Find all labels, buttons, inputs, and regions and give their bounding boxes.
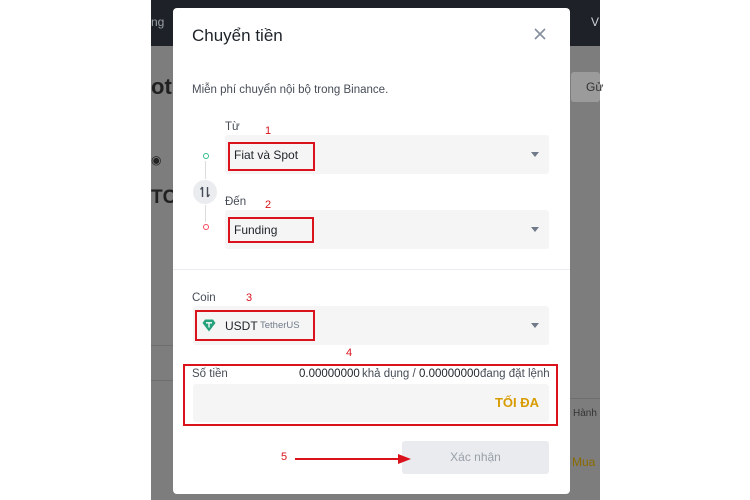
swap-arrows-icon [199,186,211,198]
annotation-box-amount [183,364,558,426]
annotation-box-coin [195,310,315,341]
annotation-box-to [228,217,314,243]
swap-direction-button[interactable] [193,180,217,204]
divider [151,345,173,346]
annotation-box-from [228,142,315,171]
annotation-number: 3 [246,292,253,304]
table-column-header-fragment: Hành [573,408,597,419]
annotation-number: 2 [265,199,272,211]
close-icon[interactable] [532,26,548,42]
confirm-button[interactable]: Xác nhận [402,441,549,474]
divider [151,380,173,381]
modal-subtitle: Miễn phí chuyển nội bộ trong Binance. [192,84,389,96]
annotation-number: 4 [346,347,353,359]
annotation-arrow-icon [295,452,415,471]
chevron-down-icon [531,227,539,232]
to-label: Đến [225,196,247,208]
page-heading-fragment: ot [151,74,172,99]
annotation-number: 1 [265,125,272,137]
divider [570,398,600,399]
annotation-number: 5 [281,451,288,463]
send-button-fragment[interactable]: Gử [571,72,603,102]
connector-line [205,161,206,179]
section-divider [173,269,570,270]
from-dot-icon [203,153,209,159]
connector-line [205,205,206,222]
topbar-text-left: ng [151,15,165,29]
coin-label: Coin [192,292,216,304]
chevron-down-icon [531,152,539,157]
chevron-down-icon [531,323,539,328]
eye-icon: ◉ [151,153,162,167]
buy-link-fragment[interactable]: Mua [572,455,595,469]
modal-title: Chuyển tiền [192,26,283,45]
to-dot-icon [203,224,209,230]
from-label: Từ [225,121,240,133]
topbar-text-right: V [591,15,600,29]
